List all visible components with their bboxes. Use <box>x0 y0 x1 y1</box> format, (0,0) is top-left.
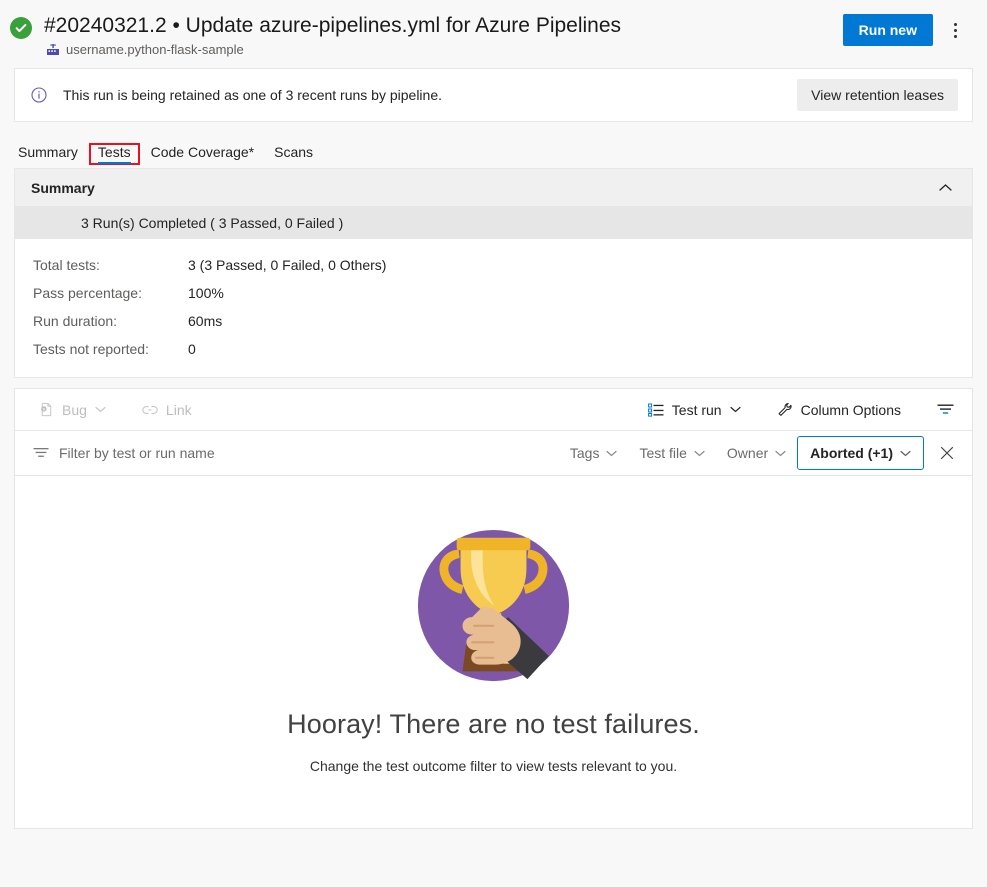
stat-label: Total tests: <box>33 257 100 273</box>
tab-tests-label: Tests <box>97 144 131 160</box>
title-row: #20240321.2 • Update azure-pipelines.yml… <box>10 12 969 57</box>
check-circle-icon <box>10 17 32 39</box>
stat-label: Tests not reported: <box>33 341 149 357</box>
outcome-filter[interactable]: Aborted (+1) <box>797 436 924 470</box>
test-file-filter[interactable]: Test file <box>628 437 715 469</box>
tab-underline <box>97 162 131 164</box>
chevron-down-icon <box>775 450 786 457</box>
page-root: #20240321.2 • Update azure-pipelines.yml… <box>0 0 987 887</box>
chevron-up-icon[interactable] <box>935 179 956 196</box>
tab-underline <box>18 166 78 168</box>
link-button[interactable]: Link <box>136 395 198 425</box>
stat-value: 0 <box>188 341 196 357</box>
page-header: #20240321.2 • Update azure-pipelines.yml… <box>0 0 987 68</box>
test-run-grouping-button[interactable]: Test run <box>642 395 747 425</box>
owner-label: Owner <box>726 445 769 461</box>
owner-filter[interactable]: Owner <box>716 437 797 469</box>
pipeline-link[interactable]: username.python-flask-sample <box>46 42 969 57</box>
more-vertical-icon[interactable] <box>939 14 971 46</box>
chevron-down-icon <box>606 450 618 457</box>
outcome-label: Aborted (+1) <box>810 445 893 461</box>
empty-state-subtitle: Change the test outcome filter to view t… <box>309 758 678 774</box>
banner-message: This run is being retained as one of 3 r… <box>63 87 443 103</box>
tags-label: Tags <box>569 445 600 461</box>
view-retention-leases-button[interactable]: View retention leases <box>797 79 958 111</box>
trophy-in-hand-icon <box>416 528 571 683</box>
test-run-label: Test run <box>671 401 722 418</box>
toolbar-wrap: B Bug Link Test run Column Options Filte… <box>0 378 987 476</box>
stat-row: Tests not reported: 0 <box>33 335 972 363</box>
tab-underline <box>151 166 255 168</box>
chevron-down-icon <box>95 406 106 413</box>
tab-scans[interactable]: Scans <box>266 144 321 168</box>
summary-title: Summary <box>31 179 95 196</box>
page-title: #20240321.2 • Update azure-pipelines.yml… <box>44 14 622 37</box>
tab-summary[interactable]: Summary <box>10 144 86 168</box>
stat-row: Pass percentage: 100% <box>33 279 972 307</box>
pipeline-name: username.python-flask-sample <box>66 42 244 57</box>
info-icon <box>31 87 47 103</box>
chevron-down-icon <box>900 450 911 457</box>
summary-card-wrap: Summary 3 Run(s) Completed ( 3 Passed, 0… <box>0 168 987 378</box>
column-options-label: Column Options <box>800 401 901 418</box>
pipeline-icon <box>46 43 60 57</box>
link-label: Link <box>165 401 192 418</box>
stat-row: Run duration: 60ms <box>33 307 972 335</box>
clear-filters-button[interactable] <box>932 438 962 468</box>
group-list-icon <box>647 403 664 417</box>
banner-wrap: This run is being retained as one of 3 r… <box>0 68 987 122</box>
summary-stats: Total tests: 3 (3 Passed, 0 Failed, 0 Ot… <box>15 239 972 377</box>
search-input[interactable] <box>59 445 379 461</box>
tab-summary-label: Summary <box>18 144 78 160</box>
runs-completed-line: 3 Run(s) Completed ( 3 Passed, 0 Failed … <box>15 207 972 239</box>
test-file-label: Test file <box>639 445 687 461</box>
tab-tests[interactable]: Tests <box>88 143 140 165</box>
filter-input-wrap <box>33 445 559 461</box>
wrench-icon <box>777 402 793 418</box>
link-icon <box>142 404 158 416</box>
bug-label: Bug <box>62 401 87 418</box>
header-actions: Run new <box>842 14 971 46</box>
stat-value: 100% <box>188 285 224 301</box>
tab-code-coverage[interactable]: Code Coverage* <box>143 144 263 168</box>
column-options-button[interactable]: Column Options <box>771 395 907 425</box>
results-toolbar: B Bug Link Test run Column Options <box>14 388 973 430</box>
chevron-down-icon <box>694 450 705 457</box>
stat-row: Total tests: 3 (3 Passed, 0 Failed, 0 Ot… <box>33 251 972 279</box>
summary-header: Summary <box>15 169 972 207</box>
summary-card: Summary 3 Run(s) Completed ( 3 Passed, 0… <box>14 168 973 378</box>
stat-label: Run duration: <box>33 313 118 329</box>
tab-bar: Summary Tests Code Coverage* Scans <box>0 122 987 168</box>
stat-label: Pass percentage: <box>33 285 142 301</box>
stat-value: 3 (3 Passed, 0 Failed, 0 Others) <box>188 257 387 273</box>
filter-icon <box>937 403 954 416</box>
chevron-down-icon <box>730 406 741 413</box>
empty-state: Hooray! There are no test failures. Chan… <box>14 476 973 829</box>
empty-state-title: Hooray! There are no test failures. <box>287 709 700 739</box>
bug-report-icon: B <box>39 402 54 417</box>
filter-icon <box>33 447 49 459</box>
stat-value: 60ms <box>188 313 223 329</box>
run-new-button[interactable]: Run new <box>842 14 933 46</box>
filter-toggle-button[interactable] <box>931 395 960 425</box>
tab-code-coverage-label: Code Coverage* <box>150 144 255 160</box>
bug-button[interactable]: B Bug <box>33 395 112 425</box>
title-block: #20240321.2 • Update azure-pipelines.yml… <box>44 12 969 57</box>
filter-bar: Tags Test file Owner Aborted (+1) <box>14 430 973 476</box>
tab-underline <box>274 166 313 168</box>
tab-scans-label: Scans <box>274 144 314 160</box>
retention-banner: This run is being retained as one of 3 r… <box>14 68 973 122</box>
tags-filter[interactable]: Tags <box>559 437 629 469</box>
